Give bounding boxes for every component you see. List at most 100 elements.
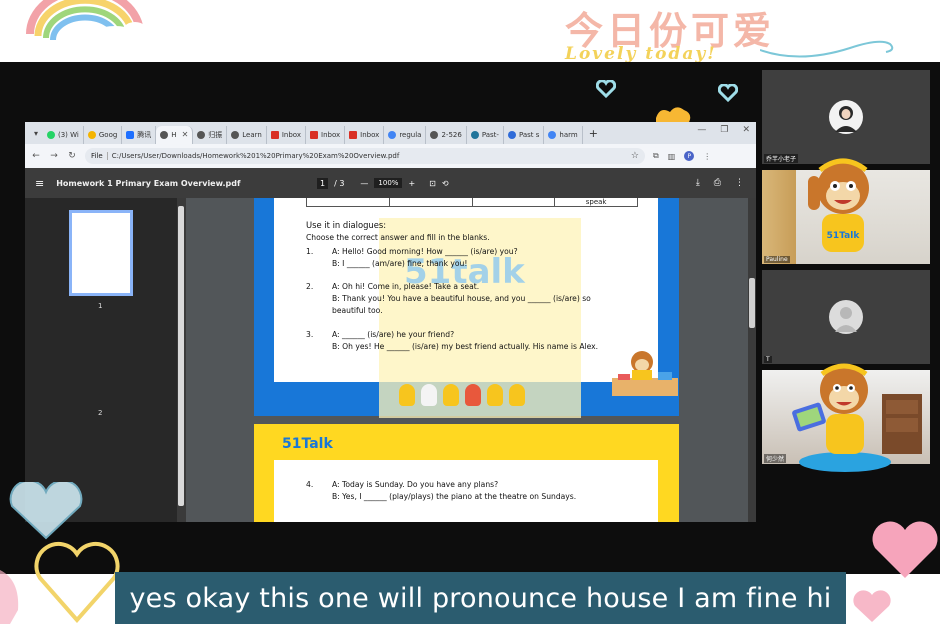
pdf-document-title: Homework 1 Primary Exam Overview.pdf [56, 178, 241, 188]
zoom-in-icon[interactable]: + [408, 179, 415, 188]
camera-feed [762, 170, 796, 264]
window-controls: — ❐ ✕ [697, 125, 750, 135]
download-icon[interactable]: ⤓ [696, 178, 700, 188]
avatar [829, 300, 863, 334]
browser-tab[interactable]: Past- [467, 125, 504, 144]
sidebar-icon[interactable]: ▥ [668, 152, 676, 161]
quiz-icon [507, 130, 516, 139]
menu-icon[interactable]: ≡ [35, 177, 44, 190]
item-number: 2. [306, 282, 314, 291]
page-controls: 1 / 3 — 100% + ⊡ ⟲ [317, 177, 449, 189]
participant-tile[interactable]: T [762, 270, 930, 364]
google-icon [548, 130, 557, 139]
print-icon[interactable]: ⎙ [714, 178, 721, 188]
zoom-input[interactable]: 100% [374, 178, 403, 188]
browser-tab[interactable]: (3) Wi [43, 125, 84, 144]
pdf-toolbar: ≡ Homework 1 Primary Exam Overview.pdf 1… [25, 168, 756, 198]
tencent-docs-icon [126, 130, 135, 139]
avatar [829, 100, 863, 134]
file-scheme-chip: File [91, 152, 108, 160]
thumbnail-label: 2 [98, 409, 103, 417]
sidebar-scrollbar[interactable] [177, 198, 186, 522]
forward-icon[interactable]: → [49, 151, 59, 161]
browser-tab[interactable]: Learn [227, 125, 267, 144]
fit-page-icon[interactable]: ⊡ [429, 179, 436, 188]
page-number-input[interactable]: 1 [317, 177, 329, 189]
browser-tab[interactable]: 归振 [193, 125, 228, 144]
address-bar-row: ← → ↻ File C:/Users/User/Downloads/Homew… [25, 144, 756, 168]
browser-tab-bar: ▾ (3) Wi Goog 腾讯 H ✕ 归振 Learn Inbox Inbox… [25, 122, 756, 144]
wordpress-icon [470, 130, 479, 139]
close-window-icon[interactable]: ✕ [742, 125, 750, 135]
close-tab-icon[interactable]: ✕ [182, 130, 189, 139]
bookmark-star-icon[interactable]: ☆ [631, 151, 639, 161]
heart-icon [596, 80, 616, 98]
thumbnail-label: 1 [98, 302, 103, 310]
toolbar-right: ⧉ ▥ P ⋮ [653, 151, 711, 161]
mascot-badge: 51Talk [827, 231, 861, 241]
participant-name: 何少然 [764, 454, 787, 463]
profile-avatar[interactable]: P [684, 151, 695, 161]
page-total: / 3 [334, 178, 345, 188]
zoom-out-icon[interactable]: — [360, 179, 368, 188]
more-menu-icon[interactable]: ⋮ [703, 152, 711, 161]
reload-icon[interactable]: ↻ [67, 151, 77, 161]
tab-search-icon[interactable]: ▾ [29, 126, 43, 140]
instruction-text: Choose the correct answer and fill in th… [306, 233, 490, 242]
participant-tile[interactable]: 乔芊小老子 [762, 70, 930, 164]
browser-tab[interactable]: 腾讯 [122, 125, 157, 144]
item-number: 3. [306, 330, 314, 339]
browser-tab[interactable]: harm [544, 125, 583, 144]
dialogue-line: A: Oh hi! Come in, please! Take a seat. [332, 282, 480, 291]
new-tab-icon[interactable]: + [589, 127, 598, 140]
browser-tab[interactable]: 2-526 [426, 125, 467, 144]
dialogue-line: B: Oh yes! He ______ (is/are) my best fr… [332, 342, 599, 351]
scrollbar-thumb[interactable] [749, 278, 755, 328]
address-input[interactable]: File C:/Users/User/Downloads/Homework%20… [85, 148, 645, 164]
dialogue-line: beautiful too. [332, 306, 383, 315]
chrome-icon [231, 130, 240, 139]
table-cell: speak [585, 198, 607, 206]
google-drive-icon [87, 130, 96, 139]
dialogue-line: A: Hello! Good morning! How ______ (is/a… [332, 247, 518, 256]
browser-tab[interactable]: Inbox [345, 125, 385, 144]
scrollbar-thumb[interactable] [178, 206, 184, 506]
dialogue-line: B: I ______ (am/are) fine, thank you! [332, 259, 468, 268]
page-thumbnail[interactable] [69, 210, 133, 296]
heart-icon [872, 521, 938, 578]
worksheet-body: 4. A: Today is Sunday. Do you have any p… [274, 460, 658, 522]
url-text: C:/Users/User/Downloads/Homework%201%20P… [111, 152, 400, 160]
chrome-icon [197, 130, 206, 139]
extensions-icon[interactable]: ⧉ [653, 151, 659, 161]
pdf-actions: ⤓ ⎙ ⋮ [696, 178, 744, 188]
browser-tab-active[interactable]: H ✕ [156, 125, 194, 144]
mascot-row-illustration [399, 384, 525, 406]
participant-name: 乔芊小老子 [764, 154, 799, 163]
mascot-sticker: 51Talk [808, 158, 869, 252]
browser-tab[interactable]: regula [384, 125, 427, 144]
minimize-icon[interactable]: — [697, 125, 706, 135]
pdf-page-2: 51Talk 4. A: Today is Sunday. Do you hav… [254, 424, 679, 522]
swirl-decoration [760, 40, 894, 58]
chrome-icon [160, 130, 169, 139]
user-photo-icon [835, 106, 857, 132]
maximize-icon[interactable]: ❐ [720, 125, 728, 135]
pdf-scrollbar[interactable] [748, 198, 756, 522]
shared-screen-browser: ▾ (3) Wi Goog 腾讯 H ✕ 归振 Learn Inbox Inbox… [25, 122, 756, 522]
gmail-icon [310, 130, 318, 139]
default-user-icon [835, 307, 857, 332]
browser-tab[interactable]: Past s [504, 125, 545, 144]
subtitle-caption-text: yes okay this one will pronounce house I… [129, 582, 832, 614]
browser-tab[interactable]: Inbox [306, 125, 346, 144]
rainbow-decoration [26, 0, 149, 54]
dialogue-line: B: Yes, I ______ (play/plays) the piano … [332, 492, 577, 501]
pdf-page-1: speak 51talk Use it in dialogues: Choose… [254, 198, 679, 418]
back-icon[interactable]: ← [31, 151, 41, 161]
heart-icon [9, 482, 83, 540]
browser-tab[interactable]: Inbox [267, 125, 306, 144]
rotate-icon[interactable]: ⟲ [442, 179, 449, 188]
dialogue-line: B: Thank you! You have a beautiful house… [332, 294, 591, 303]
heart-icon [718, 84, 738, 102]
browser-tab[interactable]: Goog [84, 125, 123, 144]
more-options-icon[interactable]: ⋮ [735, 178, 744, 188]
